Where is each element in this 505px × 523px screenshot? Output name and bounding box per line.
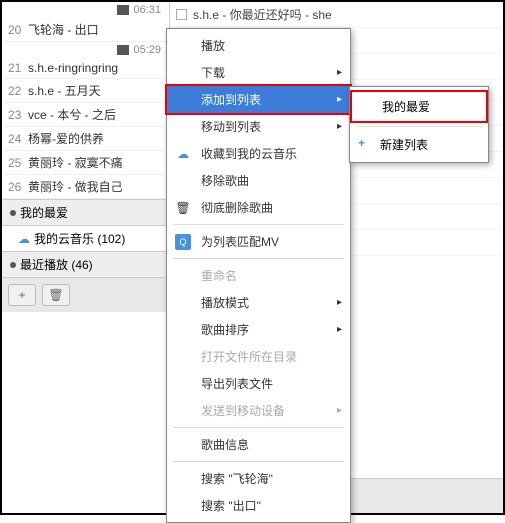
cloud-icon: ☁ xyxy=(18,232,30,246)
song-row[interactable]: 22s.h.e - 五月天 xyxy=(2,79,169,103)
separator xyxy=(173,461,344,462)
menu-remove[interactable]: 移除歌曲 xyxy=(167,167,350,194)
chevron-right-icon: ▸ xyxy=(337,297,342,308)
menu-add-to-list[interactable]: 添加到列表▸ xyxy=(165,84,352,115)
playlist-cloud[interactable]: ☁我的云音乐 (102) xyxy=(2,225,169,251)
chevron-right-icon: ▸ xyxy=(337,121,342,132)
chevron-right-icon: ▸ xyxy=(337,405,342,416)
menu-delete[interactable]: 🗑彻底删除歌曲 xyxy=(167,194,350,221)
separator xyxy=(173,427,344,428)
menu-export[interactable]: 导出列表文件 xyxy=(167,370,350,397)
menu-rename: 重命名 xyxy=(167,262,350,289)
song-row[interactable]: 25黄丽玲 - 寂寞不痛 xyxy=(2,151,169,175)
chevron-right-icon: ▸ xyxy=(337,324,342,335)
chevron-right-icon: ▸ xyxy=(337,94,342,105)
add-button[interactable]: + xyxy=(8,284,36,306)
dot-icon xyxy=(10,262,16,268)
cloud-icon: ☁ xyxy=(175,146,191,162)
menu-download[interactable]: 下载▸ xyxy=(167,59,350,86)
trash-icon: 🗑 xyxy=(175,200,191,216)
time-row: 05:29 xyxy=(2,42,169,58)
menu-sort[interactable]: 歌曲排序▸ xyxy=(167,316,350,343)
left-toolbar: + 🗑 xyxy=(2,277,169,312)
song-row[interactable]: 23vce - 本兮 - 之后 xyxy=(2,103,169,127)
song-row[interactable]: 24杨幂-爱的供养 xyxy=(2,127,169,151)
mv-icon: Q xyxy=(175,234,191,250)
song-row[interactable]: 26黄丽玲 - 做我自己 xyxy=(2,175,169,199)
menu-song-info[interactable]: 歌曲信息 xyxy=(167,431,350,458)
playlist-recent[interactable]: 最近播放 (46) xyxy=(2,251,169,277)
list-item[interactable]: s.h.e - 你最近还好吗 - she xyxy=(170,2,503,28)
separator xyxy=(173,224,344,225)
context-menu: 播放 下载▸ 添加到列表▸ 移动到列表▸ ☁收藏到我的云音乐 移除歌曲 🗑彻底删… xyxy=(166,28,351,523)
submenu-my-favorites[interactable]: 我的最爱 xyxy=(350,90,488,123)
song-row[interactable]: 21s.h.e-ringringring xyxy=(2,58,169,79)
menu-play-mode[interactable]: 播放模式▸ xyxy=(167,289,350,316)
separator xyxy=(173,258,344,259)
menu-send-mobile: 发送到移动设备▸ xyxy=(167,397,350,424)
menu-open-folder: 打开文件所在目录 xyxy=(167,343,350,370)
submenu-new-list[interactable]: +新建列表 xyxy=(350,130,488,159)
video-icon xyxy=(117,45,129,55)
chevron-right-icon: ▸ xyxy=(337,67,342,78)
checkbox[interactable] xyxy=(176,9,187,20)
plus-icon: + xyxy=(358,136,365,150)
time-row: 06:31 xyxy=(2,2,169,18)
menu-cloud-fav[interactable]: ☁收藏到我的云音乐 xyxy=(167,140,350,167)
video-icon xyxy=(117,5,129,15)
submenu: 我的最爱 +新建列表 xyxy=(349,86,489,163)
menu-play[interactable]: 播放 xyxy=(167,32,350,59)
separator xyxy=(356,126,482,127)
playlist-favorites[interactable]: 我的最爱 xyxy=(2,199,169,225)
menu-search-artist[interactable]: 搜索 "飞轮海" xyxy=(167,465,350,492)
song-row[interactable]: 20飞轮海 - 出口 xyxy=(2,18,169,42)
dot-icon xyxy=(10,210,16,216)
menu-move-to-list[interactable]: 移动到列表▸ xyxy=(167,113,350,140)
left-panel: 06:31 20飞轮海 - 出口 05:29 21s.h.e-ringringr… xyxy=(2,2,170,513)
menu-match-mv[interactable]: Q为列表匹配MV xyxy=(167,228,350,255)
delete-button[interactable]: 🗑 xyxy=(42,284,70,306)
